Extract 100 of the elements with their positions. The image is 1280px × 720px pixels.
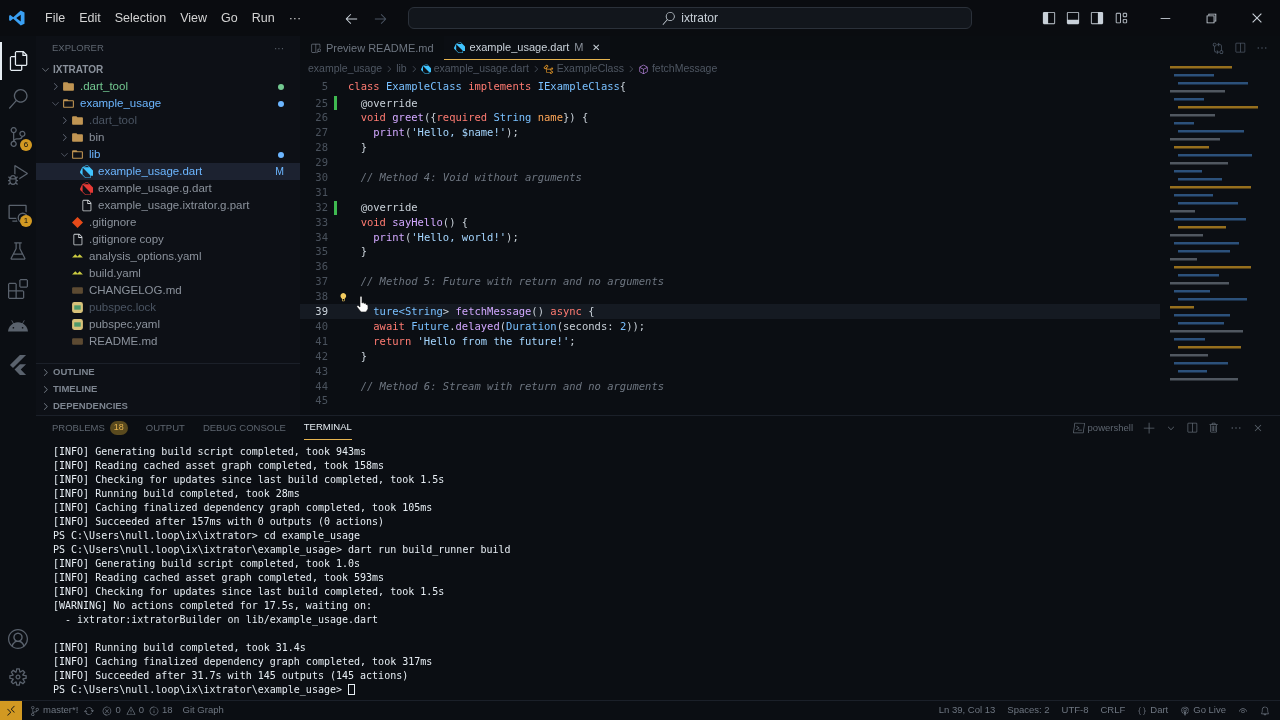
git-status-label: M xyxy=(275,163,284,179)
terminal-line: [WARNING] No actions completed for 17.5s, waiting on: xyxy=(53,598,373,613)
line-number: 40 xyxy=(314,318,328,334)
count-badge: 18 xyxy=(109,421,128,435)
tab-close-button[interactable]: ✕ xyxy=(592,40,601,55)
menu-item[interactable]: ··· xyxy=(281,8,309,28)
terminal-selector[interactable]: powershell xyxy=(1072,420,1133,436)
code-line: @override xyxy=(359,199,418,215)
activity-bar-button[interactable]: 1 xyxy=(0,194,36,232)
terminal-line: [INFO] Reading cached asset graph completed, took 593ms xyxy=(53,570,385,585)
menu-item[interactable]: Go xyxy=(214,8,245,28)
trash-icon[interactable] xyxy=(1208,422,1220,434)
code-line: print('Hello, world!'); xyxy=(372,229,519,245)
compare-icon[interactable] xyxy=(1212,42,1224,54)
error-icon xyxy=(102,705,113,716)
line-ending-status[interactable]: CRLF xyxy=(1100,703,1126,718)
file-tree-item[interactable]: bin xyxy=(36,129,300,146)
editor-tab[interactable]: Preview README.md xyxy=(300,36,444,60)
command-search-field[interactable]: ixtrator xyxy=(408,7,973,29)
file-tree-item[interactable]: build.yaml xyxy=(36,265,300,282)
menu-item[interactable]: Selection xyxy=(107,8,174,28)
panel-tab[interactable]: OUTPUT xyxy=(145,416,185,440)
panel-tab[interactable]: DEBUG CONSOLE xyxy=(202,416,286,440)
bell-icon[interactable] xyxy=(1260,705,1270,716)
section-header[interactable]: TIMELINE xyxy=(36,381,300,398)
file-tree-item[interactable]: analysis_options.yaml xyxy=(36,248,300,265)
split-editor-icon[interactable] xyxy=(1234,42,1246,54)
folder-icon xyxy=(62,97,75,110)
panel-toggle-icon[interactable] xyxy=(1066,11,1080,25)
file-tree-item[interactable]: CHANGELOG.md xyxy=(36,282,300,299)
menu-item[interactable]: File xyxy=(38,8,73,28)
code-line: } xyxy=(359,244,367,260)
panel-tab[interactable]: TERMINAL xyxy=(303,416,352,440)
lightbulb-icon[interactable] xyxy=(338,291,348,303)
add-icon[interactable] xyxy=(1143,421,1156,435)
file-tree-item[interactable]: example_usage xyxy=(36,95,300,112)
terminal-line: [INFO] Reading cached asset graph completed, took 158ms xyxy=(53,458,385,473)
file-tree-item[interactable]: example_usage.ixtrator.g.part xyxy=(36,197,300,214)
file-tree-item[interactable]: .dart_tool xyxy=(36,78,300,95)
indentation-status[interactable]: Spaces: 2 xyxy=(1007,703,1050,718)
menu-item[interactable]: View xyxy=(173,8,214,28)
file-tree-item[interactable]: pubspec.yaml xyxy=(36,316,300,333)
info-icon xyxy=(148,705,159,716)
git-graph-button[interactable]: Git Graph xyxy=(182,703,224,718)
file-tree-item[interactable]: .gitignore xyxy=(36,214,300,231)
file-tree-item[interactable]: lib xyxy=(36,146,300,163)
warning-icon xyxy=(125,705,136,716)
flutter-icon xyxy=(8,355,28,375)
more-actions-button[interactable]: ··· xyxy=(274,40,284,56)
line-number: 44 xyxy=(314,378,328,394)
dart-icon xyxy=(453,42,465,53)
remote-button[interactable] xyxy=(0,700,22,720)
menu-item[interactable]: Edit xyxy=(72,8,108,28)
workspace-header[interactable]: IXTRATOR xyxy=(36,60,300,78)
file-name: bin xyxy=(89,129,105,145)
problems-status[interactable]: 0 0 18 xyxy=(102,703,173,718)
sidebar-toggle-icon[interactable] xyxy=(1042,11,1056,25)
pubspec-icon xyxy=(71,301,84,314)
line-number: 30 xyxy=(314,170,328,186)
file-tree-item[interactable]: README.md xyxy=(36,333,300,350)
line-number: 26 xyxy=(314,110,328,126)
file-name: analysis_options.yaml xyxy=(89,248,202,264)
restore-icon[interactable] xyxy=(1204,11,1218,25)
code-line: } xyxy=(359,140,367,156)
dart-icon xyxy=(80,165,93,178)
files-icon xyxy=(9,51,29,71)
search-icon xyxy=(662,11,676,25)
branch-status[interactable]: master*! xyxy=(30,703,79,718)
cursor-position[interactable]: Ln 39, Col 13 xyxy=(938,703,996,718)
line-number: 35 xyxy=(314,244,328,260)
code-line: } xyxy=(359,348,367,364)
folder-icon xyxy=(62,80,75,93)
remote-icon xyxy=(5,704,17,717)
preview-icon xyxy=(310,42,321,54)
terminal-line: [INFO] Caching finalized dependency graph completed, took 317ms xyxy=(53,654,433,669)
layout-icon[interactable] xyxy=(1114,11,1128,25)
section-header[interactable]: OUTLINE xyxy=(36,364,300,381)
activity-bar-button[interactable]: 6 xyxy=(0,118,36,156)
file-tree-item[interactable]: example_usage.dart M xyxy=(36,163,300,180)
secondary-sidebar-icon[interactable] xyxy=(1090,11,1104,25)
monitor-icon xyxy=(8,203,28,223)
encoding-status[interactable]: UTF-8 xyxy=(1061,703,1089,718)
file-name: example_usage.dart xyxy=(98,163,203,179)
section-header[interactable]: DEPENDENCIES xyxy=(36,398,300,415)
sync-icon[interactable] xyxy=(84,705,95,716)
close-icon[interactable] xyxy=(1250,11,1264,25)
blocks-icon xyxy=(8,279,28,299)
menu-item[interactable]: Run xyxy=(244,8,282,28)
panel-tab[interactable]: PROBLEMS 18 xyxy=(52,416,128,440)
eye-icon[interactable] xyxy=(1238,705,1248,716)
file-name: .gitignore xyxy=(89,214,137,230)
go-live-button[interactable]: Go Live xyxy=(1180,703,1226,718)
language-status[interactable]: Dart xyxy=(1137,703,1169,718)
code-line: // Method 4: Void without arguments xyxy=(359,170,582,186)
code-line: @override xyxy=(359,95,418,111)
file-tree-item[interactable]: .gitignore copy xyxy=(36,231,300,248)
file-tree-item[interactable]: example_usage.g.dart xyxy=(36,180,300,197)
git-icon xyxy=(71,216,84,229)
split-icon[interactable] xyxy=(1186,422,1198,434)
terminal-line: [INFO] Generating build script completed, took 1.0s xyxy=(53,556,361,571)
